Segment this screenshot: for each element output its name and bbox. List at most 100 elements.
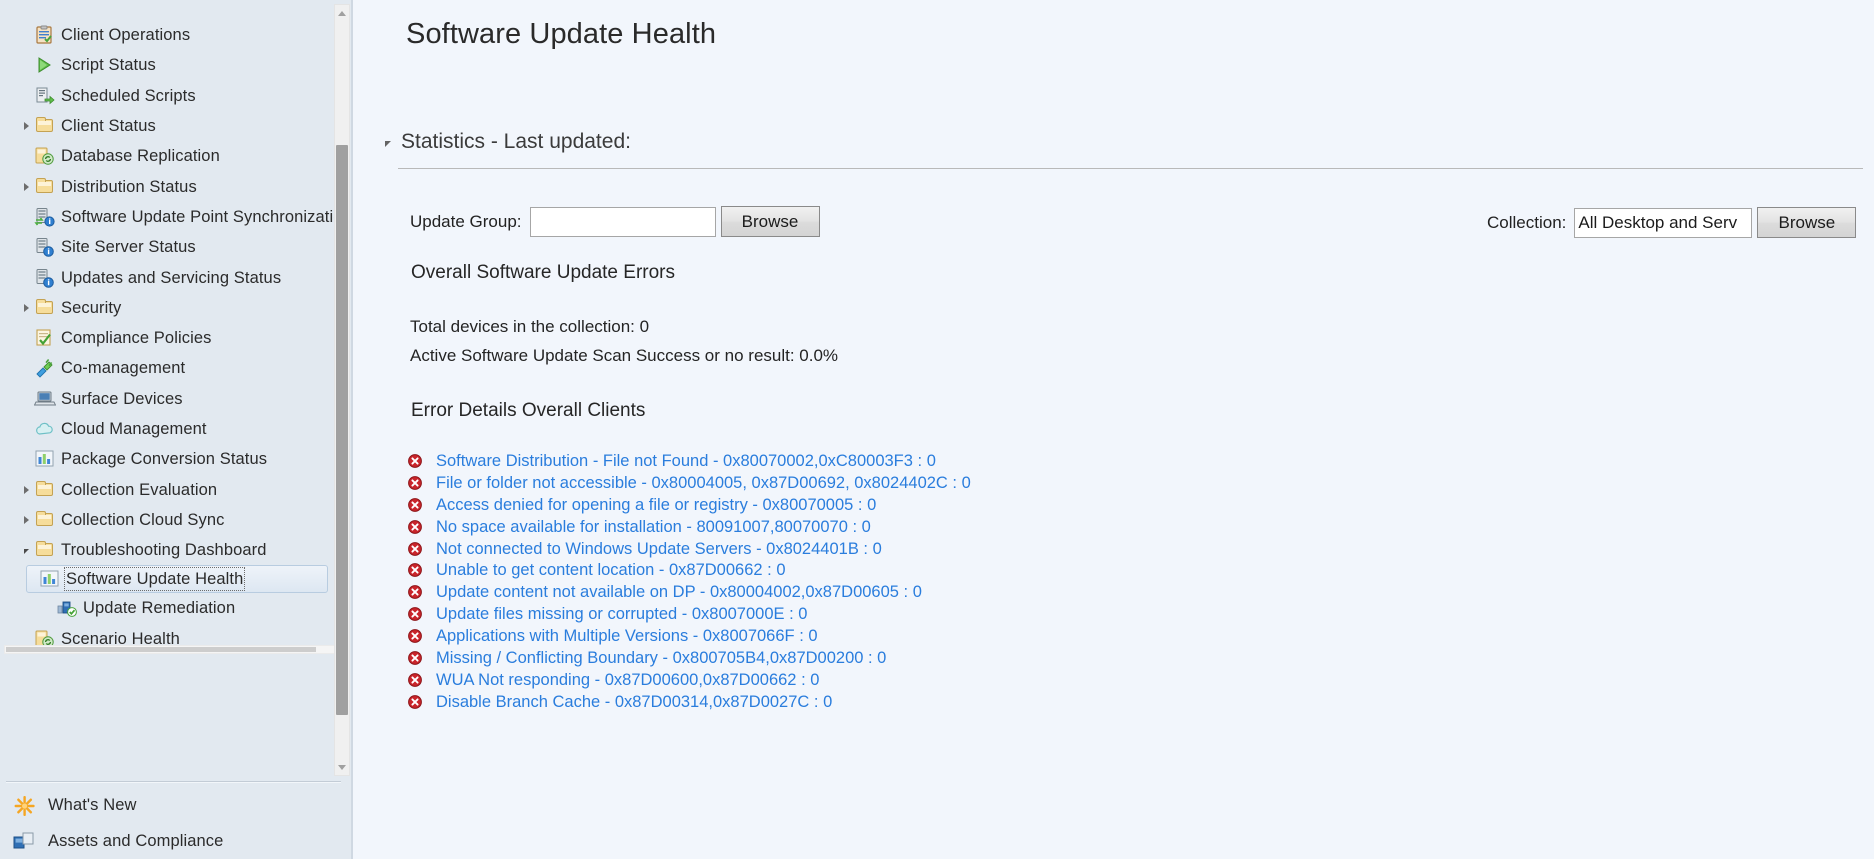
plug-connect-icon bbox=[34, 358, 56, 379]
sidebar-item-cloud-management[interactable]: Cloud Management bbox=[0, 414, 335, 444]
horizontal-scroll-thumb[interactable] bbox=[6, 647, 316, 652]
error-link[interactable]: File or folder not accessible - 0x800040… bbox=[436, 473, 971, 493]
sidebar-item-database-replication[interactable]: Database Replication bbox=[0, 141, 335, 171]
collapse-arrow-icon[interactable] bbox=[18, 547, 34, 554]
expand-arrow-icon[interactable] bbox=[18, 122, 34, 131]
error-list-item[interactable]: Missing / Conflicting Boundary - 0x80070… bbox=[408, 647, 1508, 669]
error-link[interactable]: Unable to get content location - 0x87D00… bbox=[436, 560, 786, 580]
sidebar-item-label: Surface Devices bbox=[61, 389, 183, 408]
sidebar-horizontal-scrollbar[interactable] bbox=[4, 645, 346, 654]
script-arrow-icon bbox=[34, 86, 56, 106]
sidebar-item-scheduled-scripts[interactable]: Scheduled Scripts bbox=[0, 81, 335, 111]
sidebar-item-label: Security bbox=[61, 298, 122, 317]
error-link[interactable]: Applications with Multiple Versions - 0x… bbox=[436, 626, 818, 646]
error-link[interactable]: Update files missing or corrupted - 0x80… bbox=[436, 604, 807, 624]
play-green-icon bbox=[34, 55, 56, 75]
sidebar-item-software-update-point-synchronization-sta[interactable]: Software Update Point Synchronization St… bbox=[0, 202, 335, 232]
workspace-switcher: What's New Assets and Compliance bbox=[0, 773, 347, 859]
section-divider bbox=[398, 168, 1863, 169]
error-list-item[interactable]: Disable Branch Cache - 0x87D00314,0x87D0… bbox=[408, 691, 1508, 713]
sidebar-item-surface-devices[interactable]: Surface Devices bbox=[0, 384, 335, 414]
workspace-item-what-s-new[interactable]: What's New bbox=[0, 787, 347, 823]
expand-arrow-icon[interactable] bbox=[18, 303, 34, 312]
sidebar-item-label: Cloud Management bbox=[61, 420, 207, 438]
sidebar-item-client-status[interactable]: Client Status bbox=[0, 111, 335, 141]
workspace-item-assets-and-compliance[interactable]: Assets and Compliance bbox=[0, 823, 347, 859]
sidebar-item-label: Client Operations bbox=[61, 26, 191, 45]
update-group-field-group: Update Group: Browse bbox=[410, 206, 820, 237]
sidebar-item-collection-cloud-sync[interactable]: Collection Cloud Sync bbox=[0, 505, 335, 535]
server-info-icon bbox=[34, 268, 56, 288]
update-group-browse-button[interactable]: Browse bbox=[720, 206, 820, 237]
sidebar-item-updates-and-servicing-status[interactable]: Updates and Servicing Status bbox=[0, 262, 335, 292]
expand-arrow-icon[interactable] bbox=[18, 182, 34, 191]
vertical-scroll-thumb[interactable] bbox=[336, 145, 348, 715]
sidebar-item-package-conversion-status[interactable]: Package Conversion Status bbox=[0, 444, 335, 474]
workspace-item-label: Assets and Compliance bbox=[48, 832, 224, 850]
error-link[interactable]: Update content not available on DP - 0x8… bbox=[436, 582, 922, 602]
error-link[interactable]: Software Distribution - File not Found -… bbox=[436, 451, 936, 471]
sidebar-item-script-status[interactable]: Script Status bbox=[0, 50, 335, 80]
error-list-item[interactable]: Update content not available on DP - 0x8… bbox=[408, 581, 1508, 603]
error-list-item[interactable]: Software Distribution - File not Found -… bbox=[408, 450, 1508, 472]
checklist-green-icon bbox=[34, 328, 56, 348]
sidebar-item-client-operations[interactable]: Client Operations bbox=[0, 20, 335, 50]
chevron-down-icon bbox=[338, 764, 346, 770]
sidebar-item-software-update-health[interactable]: Software Update Health bbox=[26, 565, 328, 594]
sidebar-item-security[interactable]: Security bbox=[0, 293, 335, 323]
sidebar-item-update-remediation[interactable]: Update Remediation bbox=[0, 593, 335, 623]
error-icon bbox=[408, 607, 422, 622]
sidebar-item-troubleshooting-dashboard[interactable]: Troubleshooting Dashboard bbox=[0, 535, 335, 565]
error-list-item[interactable]: Access denied for opening a file or regi… bbox=[408, 494, 1508, 516]
sidebar-item-label: Co-management bbox=[61, 359, 186, 378]
scroll-down-button[interactable] bbox=[335, 759, 349, 775]
error-link[interactable]: No space available for installation - 80… bbox=[436, 517, 871, 537]
error-list-item[interactable]: File or folder not accessible - 0x800040… bbox=[408, 472, 1508, 494]
starburst-icon bbox=[12, 795, 38, 816]
expand-arrow-icon[interactable] bbox=[18, 515, 34, 524]
cloud-icon bbox=[34, 419, 56, 439]
scroll-up-button[interactable] bbox=[335, 5, 349, 21]
error-list-item[interactable]: Not connected to Windows Update Servers … bbox=[408, 538, 1508, 560]
sidebar-item-label: Update Remediation bbox=[83, 599, 236, 618]
sidebar-item-site-server-status[interactable]: Site Server Status bbox=[0, 232, 335, 262]
folder-icon bbox=[34, 480, 56, 500]
statistics-section-header[interactable]: Statistics - Last updated: bbox=[385, 130, 631, 154]
assets-compliance-icon bbox=[12, 831, 38, 851]
error-list-item[interactable]: Update files missing or corrupted - 0x80… bbox=[408, 603, 1508, 625]
collection-input[interactable] bbox=[1574, 207, 1753, 238]
navigation-sidebar: Client Operations Script Status Scheduled … bbox=[0, 0, 353, 859]
section-title: Statistics - Last updated: bbox=[401, 130, 631, 153]
workspace-item-label: What's New bbox=[48, 796, 137, 814]
error-list-item[interactable]: No space available for installation - 80… bbox=[408, 516, 1508, 538]
total-devices-stat: Total devices in the collection: 0 bbox=[410, 317, 650, 336]
error-link[interactable]: Access denied for opening a file or regi… bbox=[436, 495, 876, 515]
error-list-item[interactable]: Applications with Multiple Versions - 0x… bbox=[408, 625, 1508, 647]
error-list-item[interactable]: Unable to get content location - 0x87D00… bbox=[408, 559, 1508, 581]
update-group-input[interactable] bbox=[529, 206, 716, 237]
error-details-heading: Error Details Overall Clients bbox=[411, 400, 646, 421]
sidebar-item-label: Troubleshooting Dashboard bbox=[61, 541, 267, 560]
sidebar-item-compliance-policies[interactable]: Compliance Policies bbox=[0, 323, 335, 353]
sidebar-vertical-scrollbar[interactable] bbox=[334, 4, 350, 776]
sidebar-item-label: Collection Cloud Sync bbox=[61, 510, 225, 529]
error-link[interactable]: Disable Branch Cache - 0x87D00314,0x87D0… bbox=[436, 692, 832, 712]
section-collapse-icon[interactable] bbox=[385, 141, 391, 147]
collection-browse-button[interactable]: Browse bbox=[1757, 207, 1857, 238]
error-list-item[interactable]: WUA Not responding - 0x87D00600,0x87D006… bbox=[408, 669, 1508, 691]
error-list: Software Distribution - File not Found -… bbox=[408, 450, 1508, 713]
error-icon bbox=[408, 694, 422, 709]
nav-tree: Client Operations Script Status Scheduled … bbox=[0, 0, 335, 654]
page-title: Software Update Health bbox=[406, 18, 717, 50]
sidebar-item-distribution-status[interactable]: Distribution Status bbox=[0, 171, 335, 201]
error-link[interactable]: Missing / Conflicting Boundary - 0x80070… bbox=[436, 648, 886, 668]
error-link[interactable]: Not connected to Windows Update Servers … bbox=[436, 539, 882, 559]
sidebar-item-collection-evaluation[interactable]: Collection Evaluation bbox=[0, 474, 335, 504]
collection-label: Collection: bbox=[1487, 212, 1567, 232]
folder-icon bbox=[34, 540, 56, 560]
sidebar-item-co-management[interactable]: Co-management bbox=[0, 353, 335, 383]
folder-icon bbox=[34, 116, 56, 136]
expand-arrow-icon[interactable] bbox=[18, 485, 34, 494]
sidebar-item-label: Scheduled Scripts bbox=[61, 86, 196, 105]
error-link[interactable]: WUA Not responding - 0x87D00600,0x87D006… bbox=[436, 670, 819, 690]
